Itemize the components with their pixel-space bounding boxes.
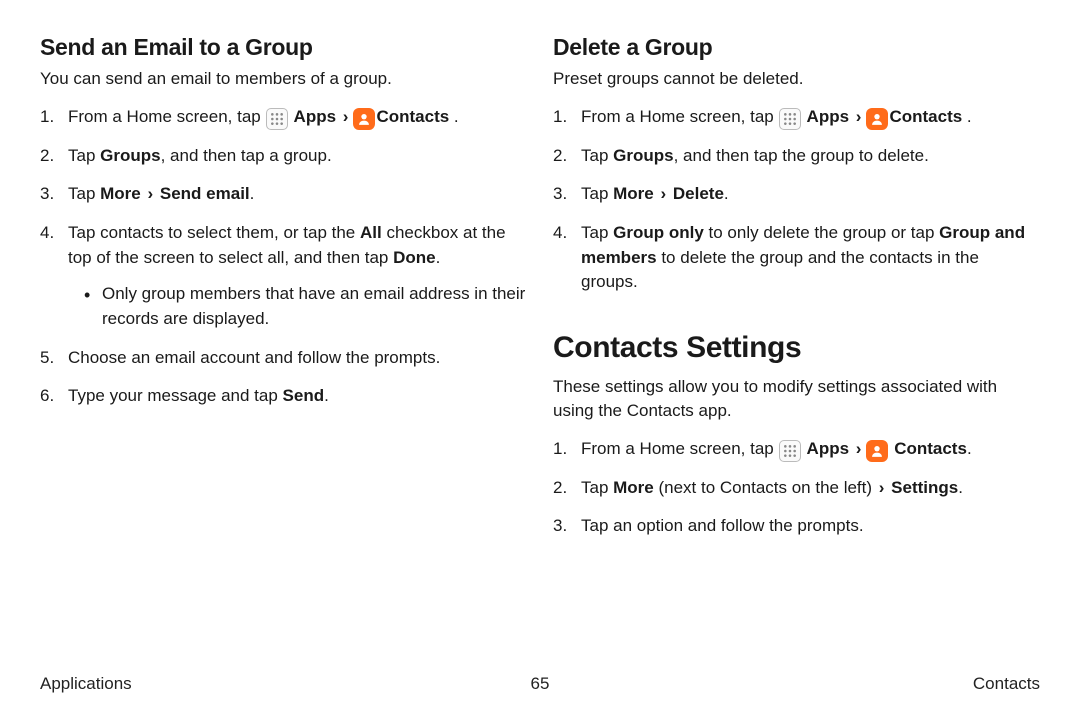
groups-label: Groups xyxy=(613,146,673,165)
page-number: 65 xyxy=(531,674,550,694)
apps-icon xyxy=(779,108,801,130)
step-4: Tap contacts to select them, or tap the … xyxy=(40,221,527,332)
substep-1: Only group members that have an email ad… xyxy=(84,282,527,331)
apps-label: Apps xyxy=(289,107,340,126)
all-label: All xyxy=(360,223,382,242)
text: . xyxy=(967,439,972,458)
send-label: Send xyxy=(283,386,325,405)
text: Tap xyxy=(581,146,613,165)
group-only-label: Group only xyxy=(613,223,704,242)
text: Type your message and tap xyxy=(68,386,283,405)
step-1: From a Home screen, tap Apps › Contacts. xyxy=(553,437,1040,462)
more-label: More xyxy=(100,184,145,203)
apps-icon xyxy=(779,440,801,462)
manual-page: Send an Email to a Group You can send an… xyxy=(0,0,1080,720)
text: . xyxy=(724,184,729,203)
text: , and then tap the group to delete. xyxy=(674,146,929,165)
text: to only delete the group or tap xyxy=(704,223,939,242)
contacts-label: Contacts xyxy=(889,107,962,126)
text: Tap xyxy=(581,478,613,497)
text: . xyxy=(962,107,971,126)
step-6: Type your message and tap Send. xyxy=(40,384,527,409)
intro-delete-group: Preset groups cannot be deleted. xyxy=(553,67,1040,91)
steps-send-email: From a Home screen, tap Apps › Contacts .… xyxy=(40,105,527,409)
intro-contacts-settings: These settings allow you to modify setti… xyxy=(553,375,1040,423)
chevron-icon: › xyxy=(343,107,349,126)
heading-send-email: Send an Email to a Group xyxy=(40,34,527,61)
step-3: Tap an option and follow the prompts. xyxy=(553,514,1040,539)
step-1: From a Home screen, tap Apps › Contacts . xyxy=(553,105,1040,130)
contacts-icon xyxy=(866,440,888,462)
step-3: Tap More › Send email. xyxy=(40,182,527,207)
step-4: Tap Group only to only delete the group … xyxy=(553,221,1040,295)
step-2: Tap More (next to Contacts on the left) … xyxy=(553,476,1040,501)
heading-contacts-settings: Contacts Settings xyxy=(553,331,1040,365)
left-column: Send an Email to a Group You can send an… xyxy=(40,34,527,553)
chevron-icon: › xyxy=(660,184,666,203)
text: . xyxy=(324,386,329,405)
contacts-icon xyxy=(353,108,375,130)
more-label: More xyxy=(613,184,658,203)
text: . xyxy=(958,478,963,497)
footer-left: Applications xyxy=(40,674,132,694)
delete-label: Delete xyxy=(668,184,724,203)
step-1: From a Home screen, tap Apps › Contacts . xyxy=(40,105,527,130)
step-5: Choose an email account and follow the p… xyxy=(40,346,527,371)
text: , and then tap a group. xyxy=(161,146,332,165)
text: From a Home screen, tap xyxy=(581,107,778,126)
apps-icon xyxy=(266,108,288,130)
text: . xyxy=(449,107,458,126)
apps-label: Apps xyxy=(802,107,853,126)
chevron-icon: › xyxy=(879,478,885,497)
text: From a Home screen, tap xyxy=(68,107,265,126)
text: Tap xyxy=(581,184,613,203)
send-email-label: Send email xyxy=(155,184,249,203)
two-column-layout: Send an Email to a Group You can send an… xyxy=(40,34,1040,553)
heading-delete-group: Delete a Group xyxy=(553,34,1040,61)
text: Tap xyxy=(68,146,100,165)
text: (next to Contacts on the left) xyxy=(654,478,877,497)
right-column: Delete a Group Preset groups cannot be d… xyxy=(553,34,1040,553)
apps-label: Apps xyxy=(802,439,853,458)
step-2: Tap Groups, and then tap a group. xyxy=(40,144,527,169)
footer-right: Contacts xyxy=(973,674,1040,694)
page-footer: Applications 65 Contacts xyxy=(40,674,1040,694)
groups-label: Groups xyxy=(100,146,160,165)
contacts-label: Contacts xyxy=(889,439,966,458)
intro-send-email: You can send an email to members of a gr… xyxy=(40,67,527,91)
text: . xyxy=(436,248,441,267)
substeps: Only group members that have an email ad… xyxy=(68,282,527,331)
text: Tap xyxy=(581,223,613,242)
steps-contacts-settings: From a Home screen, tap Apps › Contacts.… xyxy=(553,437,1040,539)
contacts-label: Contacts xyxy=(376,107,449,126)
done-label: Done xyxy=(393,248,436,267)
settings-label: Settings xyxy=(886,478,958,497)
text: Tap xyxy=(68,184,100,203)
steps-delete-group: From a Home screen, tap Apps › Contacts .… xyxy=(553,105,1040,295)
chevron-icon: › xyxy=(147,184,153,203)
step-3: Tap More › Delete. xyxy=(553,182,1040,207)
chevron-icon: › xyxy=(856,439,862,458)
chevron-icon: › xyxy=(856,107,862,126)
text: Tap contacts to select them, or tap the xyxy=(68,223,360,242)
text: From a Home screen, tap xyxy=(581,439,778,458)
step-2: Tap Groups, and then tap the group to de… xyxy=(553,144,1040,169)
contacts-icon xyxy=(866,108,888,130)
text: . xyxy=(250,184,255,203)
more-label: More xyxy=(613,478,654,497)
